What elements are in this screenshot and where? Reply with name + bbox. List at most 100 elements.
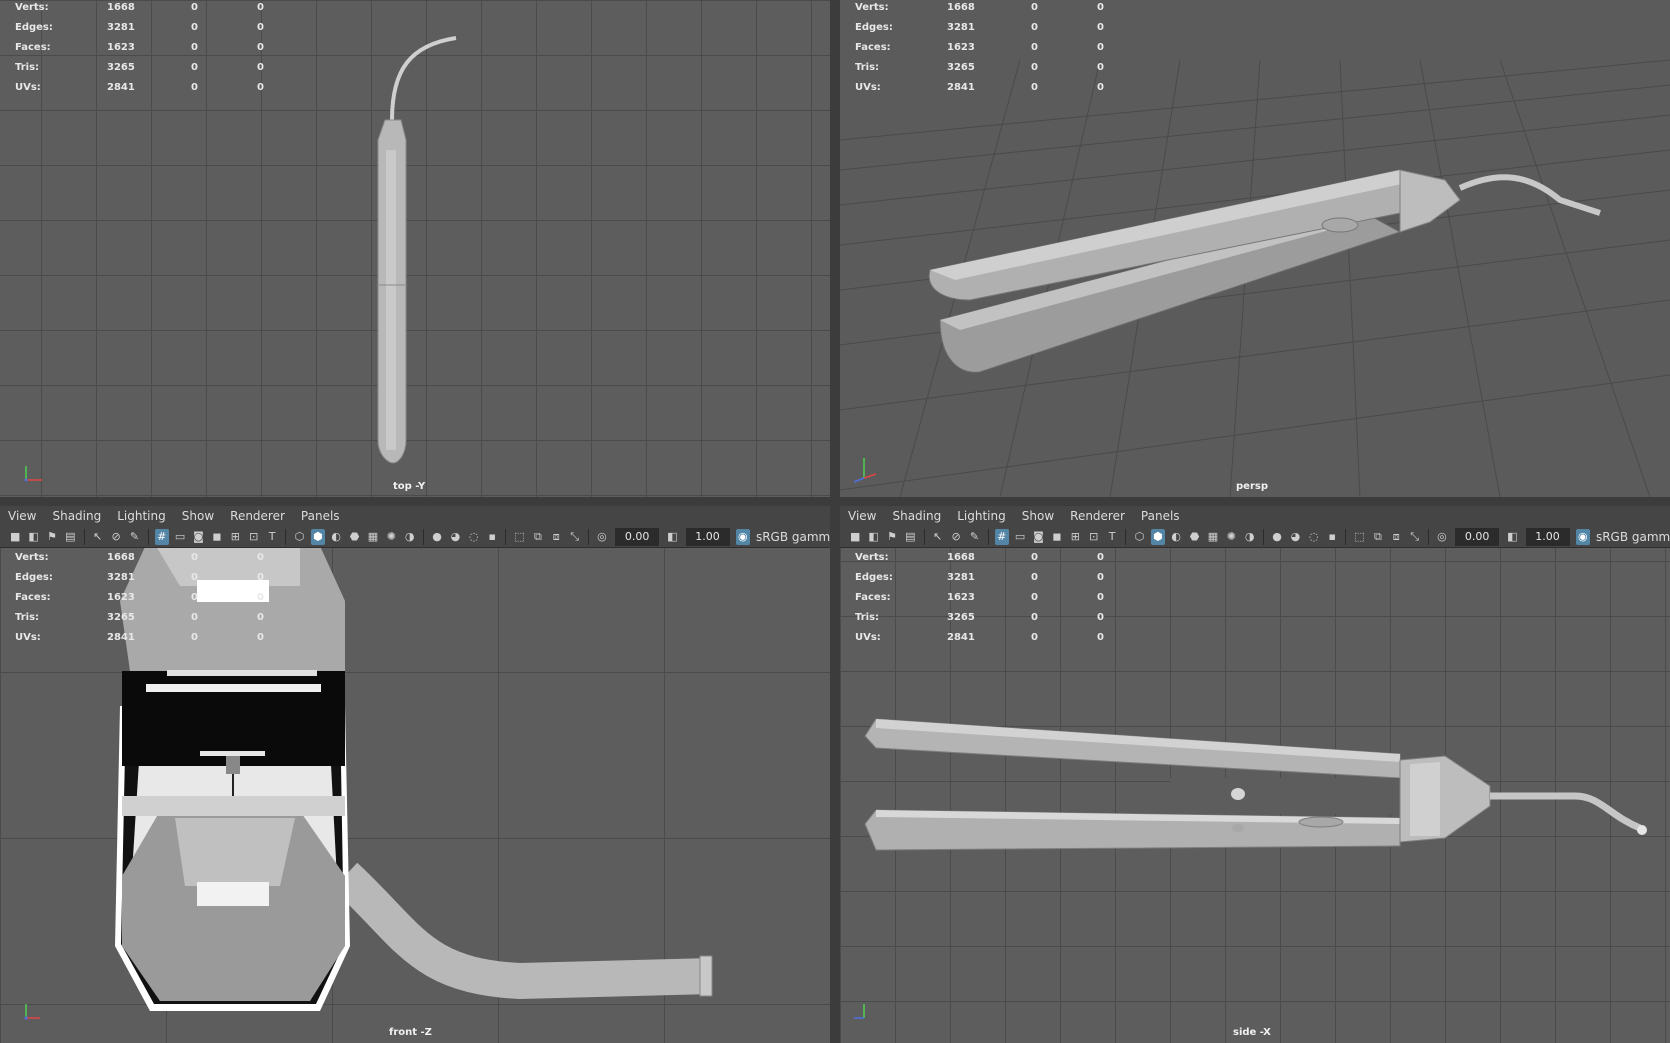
camera-icon[interactable]: ■ — [848, 529, 862, 545]
resolution-gate-icon[interactable]: ◙ — [191, 529, 205, 545]
textured-icon[interactable]: ⬣ — [1187, 529, 1201, 545]
xray-icon[interactable]: ▦ — [1206, 529, 1220, 545]
gamma-icon[interactable]: ◧ — [665, 529, 679, 545]
hud-row: Faces: 1623 0 0 — [15, 42, 264, 53]
select-icon[interactable]: ↖ — [90, 529, 104, 545]
image-plane-icon[interactable]: ▤ — [903, 529, 917, 545]
viewport-front[interactable]: View Shading Lighting Show Renderer Pane… — [0, 506, 830, 1043]
menu-view[interactable]: View — [0, 509, 44, 523]
bookmark-icon[interactable]: ⚑ — [885, 529, 899, 545]
lights-icon[interactable]: ✺ — [384, 529, 398, 545]
xray-joint-icon[interactable]: ⬚ — [512, 529, 526, 545]
exposure-field[interactable] — [1455, 527, 1500, 546]
hud-row: UVs: 2841 0 0 — [855, 82, 1104, 93]
fit-icon[interactable]: ⤡ — [567, 529, 581, 545]
exposure-icon[interactable]: ◎ — [595, 529, 609, 545]
lock-icon[interactable]: ⊘ — [949, 529, 963, 545]
wireframe-icon[interactable]: ⬡ — [1132, 529, 1146, 545]
xray-active-icon[interactable]: ⧉ — [1371, 529, 1385, 545]
motion-blur-icon[interactable]: ◕ — [448, 529, 462, 545]
wireframe-on-shaded-icon[interactable]: ◐ — [1169, 529, 1183, 545]
select-icon[interactable]: ↖ — [930, 529, 944, 545]
motion-blur-icon[interactable]: ◕ — [1288, 529, 1302, 545]
menu-shading[interactable]: Shading — [44, 509, 109, 523]
gamma-field[interactable] — [685, 527, 730, 546]
smooth-shade-icon[interactable]: ⬢ — [310, 528, 325, 545]
viewport-menubar: View Shading Lighting Show Renderer Pane… — [840, 506, 1670, 526]
camera-icon[interactable]: ■ — [8, 529, 22, 545]
field-chart-icon[interactable]: ⊞ — [1068, 529, 1082, 545]
viewport-toolbar: ■ ◧ ⚑ ▤ ↖ ⊘ ✎ # ▭ ◙ ◼ ⊞ ⊡ T ⬡ ⬢ ◐ ⬣ ▦ ✺ … — [0, 526, 830, 548]
fit-icon[interactable]: ⤡ — [1407, 529, 1421, 545]
safe-action-icon[interactable]: ⊡ — [1087, 529, 1101, 545]
wireframe-on-shaded-icon[interactable]: ◐ — [329, 529, 343, 545]
menu-panels[interactable]: Panels — [293, 509, 348, 523]
viewport-toolbar: ■ ◧ ⚑ ▤ ↖ ⊘ ✎ # ▭ ◙ ◼ ⊞ ⊡ T ⬡ ⬢ ◐ ⬣ ▦ ✺ … — [840, 526, 1670, 548]
menu-show[interactable]: Show — [174, 509, 222, 523]
resolution-gate-icon[interactable]: ◙ — [1031, 529, 1045, 545]
bookmark-icon[interactable]: ⚑ — [45, 529, 59, 545]
safe-action-icon[interactable]: ⊡ — [247, 529, 261, 545]
color-space-label[interactable]: sRGB gamm — [756, 530, 830, 544]
lock-icon[interactable]: ⊘ — [109, 529, 123, 545]
hud-row: Faces: 1623 0 0 — [855, 592, 1104, 603]
menu-panels[interactable]: Panels — [1133, 509, 1188, 523]
gate-mask-icon[interactable]: ◼ — [1050, 529, 1064, 545]
isolate-icon[interactable]: ▪ — [1325, 529, 1339, 545]
textured-icon[interactable]: ⬣ — [347, 529, 361, 545]
viewport-side[interactable]: View Shading Lighting Show Renderer Pane… — [840, 506, 1670, 1043]
exposure-field[interactable] — [615, 527, 660, 546]
viewport-top[interactable]: Verts: 1668 0 0 Edges: 3281 0 0 Faces: 1623 0 0 T… — [0, 0, 830, 497]
ambient-occlusion-icon[interactable]: ● — [430, 529, 444, 545]
viewport-perspective[interactable]: Verts: 1668 0 0 Edges: 3281 0 0 Faces: 1623 0 0 T… — [840, 0, 1670, 497]
film-gate-icon[interactable]: ▭ — [173, 529, 187, 545]
gamma-field[interactable] — [1525, 527, 1570, 546]
lights-icon[interactable]: ✺ — [1224, 529, 1238, 545]
gamma-icon[interactable]: ◧ — [1505, 529, 1519, 545]
shadows-icon[interactable]: ◑ — [1243, 529, 1257, 545]
xray-active-icon[interactable]: ⧉ — [531, 529, 545, 545]
backface-icon[interactable]: ⧈ — [549, 529, 563, 545]
wireframe-icon[interactable]: ⬡ — [292, 529, 306, 545]
safe-title-icon[interactable]: T — [265, 529, 279, 545]
pane-splitter-horizontal[interactable] — [0, 497, 1670, 506]
xray-icon[interactable]: ▦ — [366, 529, 380, 545]
antialias-icon[interactable]: ◌ — [1307, 529, 1321, 545]
smooth-shade-icon[interactable]: ⬢ — [1150, 528, 1165, 545]
pen-icon[interactable]: ✎ — [967, 529, 981, 545]
menu-shading[interactable]: Shading — [884, 509, 949, 523]
color-management-icon[interactable]: ◉ — [1575, 528, 1590, 545]
backface-icon[interactable]: ⧈ — [1389, 529, 1403, 545]
pen-icon[interactable]: ✎ — [127, 529, 141, 545]
menu-lighting[interactable]: Lighting — [109, 509, 174, 523]
gate-mask-icon[interactable]: ◼ — [210, 529, 224, 545]
hud-row: Verts: 1668 0 0 — [15, 552, 264, 563]
antialias-icon[interactable]: ◌ — [467, 529, 481, 545]
ambient-occlusion-icon[interactable]: ● — [1270, 529, 1284, 545]
field-chart-icon[interactable]: ⊞ — [228, 529, 242, 545]
axis-gizmo-icon — [24, 466, 42, 482]
camera-attr-icon[interactable]: ◧ — [866, 529, 880, 545]
camera-label: front -Z — [389, 1027, 432, 1038]
camera-attr-icon[interactable]: ◧ — [26, 529, 40, 545]
pane-splitter-vertical[interactable] — [830, 0, 840, 1043]
menu-lighting[interactable]: Lighting — [949, 509, 1014, 523]
color-space-label[interactable]: sRGB gamm — [1596, 530, 1670, 544]
shadows-icon[interactable]: ◑ — [403, 529, 417, 545]
menu-view[interactable]: View — [840, 509, 884, 523]
menu-renderer[interactable]: Renderer — [1062, 509, 1133, 523]
xray-joint-icon[interactable]: ⬚ — [1352, 529, 1366, 545]
grid-icon[interactable]: # — [994, 528, 1009, 545]
menu-renderer[interactable]: Renderer — [222, 509, 293, 523]
hud-stats: Verts: 1668 0 0 Edges: 3281 0 0 Faces: 1623 0 0 T… — [15, 0, 277, 98]
grid-icon[interactable]: # — [154, 528, 169, 545]
hud-row: UVs: 2841 0 0 — [15, 632, 264, 643]
exposure-icon[interactable]: ◎ — [1435, 529, 1449, 545]
film-gate-icon[interactable]: ▭ — [1013, 529, 1027, 545]
menu-show[interactable]: Show — [1014, 509, 1062, 523]
isolate-icon[interactable]: ▪ — [485, 529, 499, 545]
image-plane-icon[interactable]: ▤ — [63, 529, 77, 545]
hud-row: Faces: 1623 0 0 — [15, 592, 264, 603]
color-management-icon[interactable]: ◉ — [735, 528, 750, 545]
safe-title-icon[interactable]: T — [1105, 529, 1119, 545]
